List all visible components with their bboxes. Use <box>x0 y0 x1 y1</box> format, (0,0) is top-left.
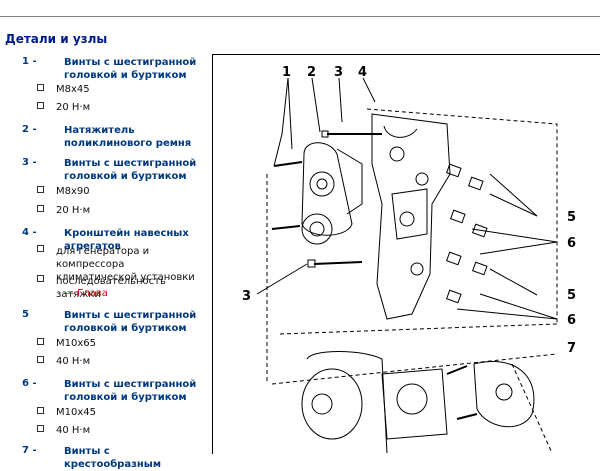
spec-row: M8x90 <box>37 186 90 197</box>
bullet-square-icon <box>37 205 44 212</box>
spec-row: M10x45 <box>37 407 96 418</box>
bullet-square-icon <box>37 275 44 282</box>
item-number: 1 - <box>22 56 37 67</box>
item-title: Натяжитель поликлинового ремня <box>64 125 192 149</box>
spec-row: M8x45 <box>37 84 90 95</box>
item-number: 5 <box>22 309 29 320</box>
bullet-square-icon <box>37 338 44 345</box>
item-title: Винты с шестигранной головкой и буртиком <box>64 57 197 81</box>
spec-row: последовательность затяжки <box>37 275 206 301</box>
item-number: 4 - <box>22 227 37 238</box>
bullet-square-icon <box>37 245 44 252</box>
item-title: Винты с шестигранной головкой и буртиком <box>64 379 197 403</box>
bullet-square-icon <box>37 84 44 91</box>
item-number: 3 - <box>22 157 37 168</box>
chapter-link[interactable]: — Глава <box>64 288 108 299</box>
page-heading: Детали и узлы <box>5 32 108 46</box>
spec-row: M10x65 <box>37 338 96 349</box>
bullet-square-icon <box>37 356 44 363</box>
item-number: 6 - <box>22 378 37 389</box>
figure-frame <box>212 54 600 454</box>
spec-row: 20 Н·м <box>37 102 90 113</box>
item-title: Винты с шестигранной головкой и буртиком <box>64 310 197 334</box>
item-title: Винты с шестигранной головкой и буртиком <box>64 158 197 182</box>
spec-row: 20 Н·м <box>37 205 90 216</box>
item-number: 2 - <box>22 124 37 135</box>
item-number: 7 - <box>22 445 37 456</box>
exploded-view-figure: 1 2 3 4 3 5 6 5 6 7 <box>212 54 600 454</box>
top-bar-divider <box>0 16 600 17</box>
bullet-square-icon <box>37 102 44 109</box>
spec-row: 40 Н·м <box>37 356 90 367</box>
bullet-square-icon <box>37 407 44 414</box>
top-bar <box>0 0 600 16</box>
bullet-square-icon <box>37 186 44 193</box>
bullet-square-icon <box>37 425 44 432</box>
spec-row: 40 Н·м <box>37 425 90 436</box>
item-title: Винты с крестообразным <box>64 446 162 470</box>
